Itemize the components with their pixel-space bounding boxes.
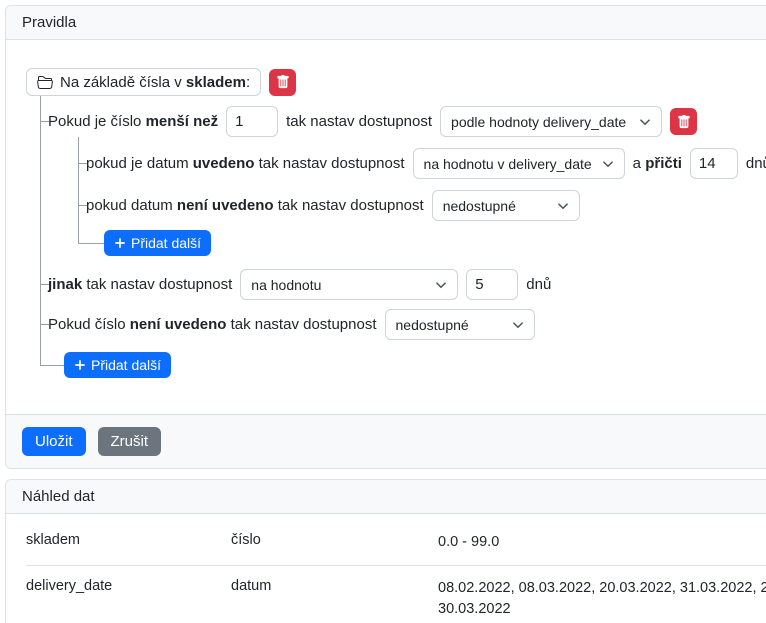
rule-row-number-missing: Pokud číslo není uvedeno tak nastav dost… <box>48 309 766 340</box>
rule-row-root: Na základě čísla v skladem: <box>26 68 766 96</box>
select-value: nedostupné <box>396 317 469 333</box>
plus-icon <box>114 237 126 249</box>
root-rule-label: Na základě čísla v skladem: <box>60 74 250 91</box>
availability-select[interactable]: nedostupné <box>432 190 580 221</box>
rules-card-title: Pravidla <box>6 6 766 40</box>
cancel-button[interactable]: Zrušit <box>98 427 162 456</box>
rule-tree: Na základě čísla v skladem: Pokud je čís… <box>6 40 766 414</box>
delete-rule-button[interactable] <box>670 108 697 135</box>
rule-text: pokud datum není uvedeno tak nastav dost… <box>86 197 424 214</box>
preview-row-skladem: skladem číslo 0.0 - 99.0 <box>26 520 766 565</box>
add-days-input[interactable] <box>690 148 738 179</box>
rule-text: jinak tak nastav dostupnost <box>48 276 232 293</box>
rule-text: pokud je datum uvedeno tak nastav dostup… <box>86 155 405 172</box>
field-type: datum <box>231 578 438 594</box>
plus-icon <box>74 359 86 371</box>
rules-card: Pravidla Na základě čísla v skladem: <box>5 5 766 469</box>
field-values: 0.0 - 99.0 <box>438 532 766 553</box>
add-nested-rule-button[interactable]: Přidat další <box>104 230 211 256</box>
add-rule-button[interactable]: Přidat další <box>64 352 171 378</box>
rule-row-date-given: pokud je datum uvedeno tak nastav dostup… <box>86 148 766 179</box>
availability-action-select[interactable]: podle hodnoty delivery_date <box>440 106 662 137</box>
field-name: delivery_date <box>26 578 231 594</box>
rule-text: a přičti <box>633 155 682 172</box>
preview-row-delivery-date: delivery_date datum 08.02.2022, 08.03.20… <box>26 565 766 623</box>
rule-text: tak nastav dostupnost <box>286 113 432 130</box>
rule-row-else: jinak tak nastav dostupnost na hodnotu d… <box>48 269 766 300</box>
select-value: podle hodnoty delivery_date <box>451 114 626 130</box>
rule-text: Pokud číslo není uvedeno tak nastav dost… <box>48 316 377 333</box>
select-value: na hodnotu v delivery_date <box>424 156 592 172</box>
select-value: nedostupné <box>443 198 516 214</box>
trash-icon <box>677 115 691 129</box>
root-rule-button[interactable]: Na základě čísla v skladem: <box>26 68 261 96</box>
rule-row-add-nested: Přidat další <box>104 230 766 256</box>
rule-text: Pokud je číslo menší než <box>48 113 218 130</box>
chevron-down-icon <box>639 116 651 128</box>
preview-card-title: Náhled dat <box>6 480 766 514</box>
chevron-down-icon <box>602 158 614 170</box>
field-values: 08.02.2022, 08.03.2022, 20.03.2022, 31.0… <box>438 578 766 620</box>
number-threshold-input[interactable] <box>226 106 278 137</box>
tree-connector <box>78 243 105 244</box>
rule-row-add: Přidat další <box>64 352 766 378</box>
chevron-down-icon <box>512 319 524 331</box>
unit-label: dnů <box>526 276 551 293</box>
unit-label: dnů <box>746 155 766 172</box>
rule-row-if-number: Pokud je číslo menší než tak nastav dost… <box>48 106 766 137</box>
chevron-down-icon <box>435 279 447 291</box>
tree-connector <box>40 365 65 366</box>
rule-row-date-missing: pokud datum není uvedeno tak nastav dost… <box>86 190 766 221</box>
tree-connector <box>78 137 79 243</box>
trash-icon <box>276 75 290 89</box>
delete-root-rule-button[interactable] <box>269 69 296 96</box>
availability-action-select[interactable]: na hodnotu <box>240 269 458 300</box>
days-value-input[interactable] <box>466 269 518 300</box>
date-value-select[interactable]: na hodnotu v delivery_date <box>413 148 625 179</box>
field-type: číslo <box>231 532 438 548</box>
chevron-down-icon <box>557 200 569 212</box>
preview-table: skladem číslo 0.0 - 99.0 delivery_date d… <box>6 514 766 623</box>
rules-card-footer: Uložit Zrušit <box>6 414 766 468</box>
save-button[interactable]: Uložit <box>22 427 86 456</box>
folder-open-icon <box>37 74 53 90</box>
select-value: na hodnotu <box>251 277 321 293</box>
field-name: skladem <box>26 532 231 548</box>
availability-select[interactable]: nedostupné <box>385 309 535 340</box>
page: Pravidla Na základě čísla v skladem: <box>0 0 766 623</box>
data-preview-card: Náhled dat skladem číslo 0.0 - 99.0 deli… <box>5 479 766 623</box>
